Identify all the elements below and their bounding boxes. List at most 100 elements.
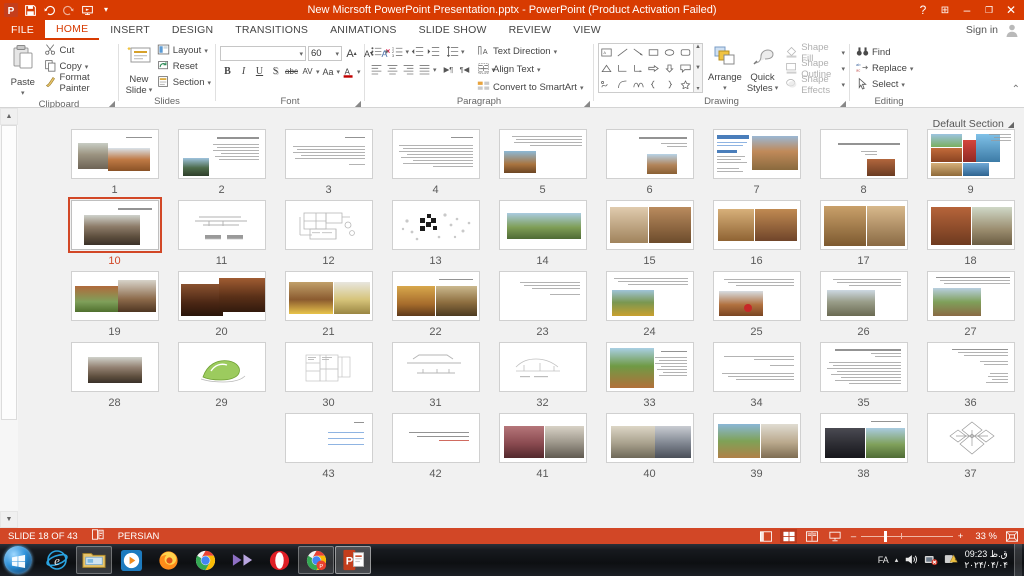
slide-thumb-wrap[interactable]: [175, 197, 269, 253]
increase-font-size-button[interactable]: A ▴: [344, 46, 359, 61]
italic-button[interactable]: I: [236, 64, 251, 79]
slide-thumb-wrap[interactable]: [496, 410, 590, 466]
slide-thumb-wrap[interactable]: [496, 339, 590, 395]
slide-thumb-wrap[interactable]: [68, 268, 162, 324]
close-button[interactable]: ✕: [1000, 0, 1022, 20]
slide-thumb-wrap[interactable]: [924, 268, 1018, 324]
numbering-caret-icon[interactable]: ▾: [406, 48, 410, 56]
slide-thumbnail[interactable]: [605, 413, 694, 463]
underline-button[interactable]: U: [252, 64, 267, 79]
slide-thumbnail[interactable]: [926, 342, 1015, 392]
paste-button[interactable]: Paste ▾: [4, 43, 42, 99]
slide-thumb-wrap[interactable]: [68, 339, 162, 395]
slide-cell-26[interactable]: 20: [168, 268, 275, 339]
shape-elbow-connector-icon[interactable]: [615, 60, 631, 76]
slide-cell-37[interactable]: 37: [917, 410, 1024, 481]
show-desktop-button[interactable]: [1014, 544, 1022, 576]
undo-icon[interactable]: [40, 1, 58, 19]
font-name-combo[interactable]: ▾: [220, 46, 306, 61]
slide-thumb-wrap[interactable]: [710, 410, 804, 466]
slide-thumbnail[interactable]: [926, 129, 1015, 179]
slide-cell-34[interactable]: 30: [275, 339, 382, 410]
taskbar-chrome-canary[interactable]: P: [298, 546, 334, 574]
slide-thumbnail[interactable]: [712, 129, 801, 179]
rtl-text-direction-button[interactable]: ¶◀: [457, 62, 472, 77]
slide-thumbnail[interactable]: [391, 413, 480, 463]
smartart-caret-icon[interactable]: ▾: [580, 84, 584, 92]
redo-icon[interactable]: [59, 1, 77, 19]
bold-button[interactable]: B: [220, 64, 235, 79]
network-icon[interactable]: [924, 553, 938, 568]
text-direction-button[interactable]: A Text Direction ▾: [477, 44, 583, 59]
slide-cell-7[interactable]: 3: [275, 126, 382, 197]
clipboard-dialog-launcher[interactable]: ◢: [109, 99, 115, 108]
account-avatar-icon[interactable]: [1004, 22, 1020, 38]
slide-thumb-wrap[interactable]: [389, 268, 483, 324]
tab-insert[interactable]: INSERT: [99, 20, 161, 40]
taskbar-media-player[interactable]: [113, 546, 149, 574]
slide-thumb-wrap[interactable]: [496, 197, 590, 253]
slide-sorter-view-button[interactable]: [780, 529, 797, 543]
line-spacing-button[interactable]: [445, 44, 460, 59]
customize-quick-access-toolbar-icon[interactable]: ▾: [97, 1, 115, 19]
bullets-caret-icon[interactable]: ▾: [385, 48, 389, 56]
tab-file[interactable]: FILE: [0, 20, 45, 40]
drawing-dialog-launcher[interactable]: ◢: [840, 99, 846, 108]
volume-icon[interactable]: [904, 553, 918, 568]
help-button[interactable]: ?: [912, 0, 934, 20]
slide-cell-22[interactable]: 24: [596, 268, 703, 339]
slide-thumbnail[interactable]: [177, 342, 266, 392]
slide-thumbnail[interactable]: [926, 413, 1015, 463]
slide-cell-20[interactable]: 26: [810, 268, 917, 339]
find-button[interactable]: Find: [856, 45, 913, 60]
show-hidden-icons-button[interactable]: ▴: [895, 556, 899, 564]
shapes-scroll-up-icon[interactable]: ▲: [695, 44, 701, 50]
shapes-gallery-more-icon[interactable]: ▾: [696, 85, 699, 92]
slide-thumbnail[interactable]: [926, 271, 1015, 321]
slide-cell-41[interactable]: 41: [489, 410, 596, 481]
font-color-caret-icon[interactable]: ▾: [357, 68, 361, 76]
quick-styles-button[interactable]: Quick Styles ▾: [747, 43, 778, 94]
slide-cell-42[interactable]: 42: [382, 410, 489, 481]
scroll-down-arrow[interactable]: ▼: [0, 511, 18, 528]
decrease-indent-button[interactable]: [410, 44, 425, 59]
slide-cell-27[interactable]: 19: [61, 268, 168, 339]
slide-cell-16[interactable]: 12: [275, 197, 382, 268]
slide-cell-9[interactable]: 1: [61, 126, 168, 197]
cut-button[interactable]: Cut: [44, 43, 114, 58]
paste-dropdown-caret-icon[interactable]: ▾: [21, 88, 25, 99]
notes-icon[interactable]: [91, 529, 104, 543]
shapes-scroll-down-icon[interactable]: ▼: [695, 65, 701, 71]
slide-cell-17[interactable]: 11: [168, 197, 275, 268]
slide-thumbnail[interactable]: [70, 200, 159, 250]
slide-cell-6[interactable]: 4: [382, 126, 489, 197]
convert-to-smartart-button[interactable]: Convert to SmartArt ▾: [477, 80, 583, 95]
shape-arc-icon[interactable]: [630, 76, 646, 92]
slide-cell-1[interactable]: 9: [917, 126, 1024, 197]
slide-thumbnail[interactable]: [819, 413, 908, 463]
layout-button[interactable]: Layout ▾: [157, 43, 211, 58]
taskbar-firefox[interactable]: [150, 546, 186, 574]
tab-transitions[interactable]: TRANSITIONS: [224, 20, 319, 40]
tab-slide-show[interactable]: SLIDE SHOW: [408, 20, 498, 40]
slide-thumbnail[interactable]: [605, 271, 694, 321]
slide-cell-15[interactable]: 13: [382, 197, 489, 268]
shape-effects-button[interactable]: Shape Effects ▾: [785, 74, 845, 96]
section-dropdown-caret-icon[interactable]: ▾: [207, 79, 211, 87]
arrange-button[interactable]: Arrange ▾: [708, 43, 742, 94]
slide-thumb-wrap[interactable]: [603, 268, 697, 324]
slide-thumbnail[interactable]: [498, 271, 587, 321]
section-button[interactable]: Section ▾: [157, 75, 211, 90]
shapes-gallery-scroll[interactable]: ▲ ▼ ▾: [694, 43, 703, 93]
shape-down-arrow-icon[interactable]: [662, 60, 678, 76]
slide-thumbnail[interactable]: [284, 129, 373, 179]
slide-cell-21[interactable]: 25: [703, 268, 810, 339]
collapse-ribbon-button[interactable]: ⌃: [1012, 84, 1020, 95]
zoom-in-button[interactable]: +: [956, 531, 965, 542]
language-indicator[interactable]: PERSIAN: [118, 531, 160, 542]
shape-triangle-icon[interactable]: [599, 60, 615, 76]
slide-thumbnail[interactable]: [70, 271, 159, 321]
bullets-button[interactable]: [369, 44, 384, 59]
line-spacing-caret-icon[interactable]: ▾: [461, 48, 465, 56]
slide-thumbnail[interactable]: [284, 200, 373, 250]
